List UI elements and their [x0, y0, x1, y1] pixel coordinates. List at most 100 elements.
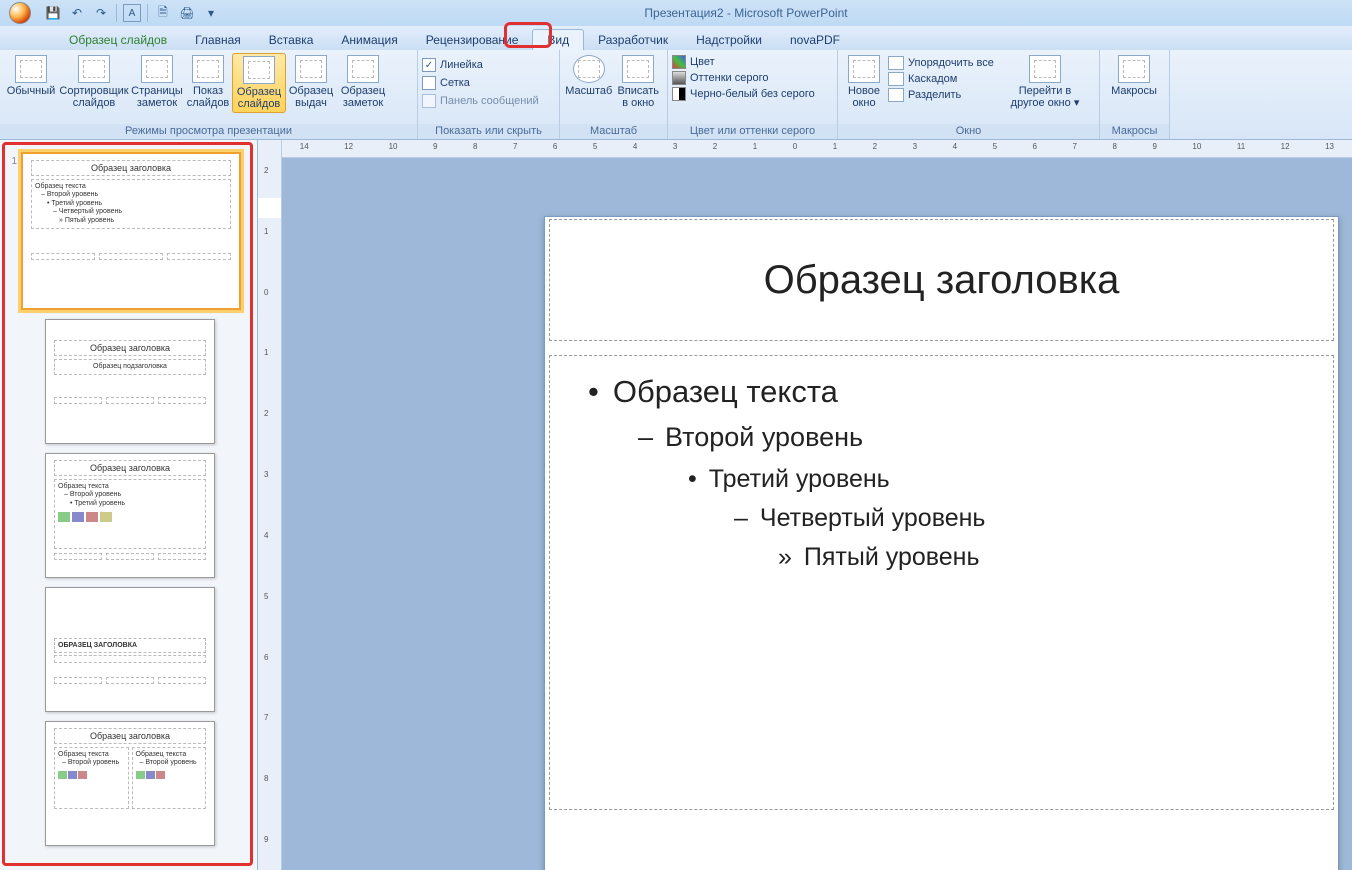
group-show-hide: ✓Линейка Сетка Панель сообщений Показать… — [418, 50, 560, 139]
btn-black-white[interactable]: Черно-белый без серого — [672, 86, 815, 102]
fit-window-icon — [622, 55, 654, 83]
btn-slide-master[interactable]: Образецслайдов — [232, 53, 286, 113]
btn-new-window[interactable]: Новоеокно — [842, 53, 886, 111]
btn-notes-page[interactable]: Страницызаметок — [130, 53, 184, 111]
btn-move-split[interactable]: Разделить — [886, 87, 1006, 103]
btn-notes-master[interactable]: Образецзаметок — [336, 53, 390, 111]
bw-icon — [672, 87, 686, 101]
label: Черно-белый без серого — [690, 88, 815, 100]
handout-icon — [295, 55, 327, 83]
thumb-text: – Второй уровень — [140, 759, 203, 767]
label: Сортировщик — [59, 85, 128, 97]
qat-textbox[interactable]: A — [123, 4, 141, 22]
vertical-ruler: 210123456789 — [258, 140, 282, 870]
label: Сетка — [440, 77, 470, 89]
slideshow-icon — [192, 55, 224, 83]
thumb-title: Образец заголовка — [54, 728, 206, 744]
btn-color[interactable]: Цвет — [672, 54, 715, 70]
slide-master-icon — [243, 56, 275, 84]
qat-customize[interactable]: ▾ — [202, 4, 220, 22]
quick-access-toolbar: 💾 ↶ ↷ A 🗎 🖨 ▾ — [44, 4, 220, 22]
tab-novapdf[interactable]: novaPDF — [776, 30, 854, 50]
thumb-subtitle: Образец подзаголовка — [54, 359, 206, 375]
highlight-thumbnails: 1 Образец заголовка Образец текста – Вто… — [2, 142, 253, 866]
office-button[interactable] — [0, 0, 40, 26]
thumb-title: Образец заголовка — [31, 160, 231, 176]
label: Линейка — [440, 59, 483, 71]
zoom-icon — [573, 55, 605, 83]
btn-normal-view[interactable]: Обычный — [4, 53, 58, 99]
thumbnail-layout[interactable]: Образец заголовка Образец подзаголовка — [5, 316, 250, 450]
qat-redo[interactable]: ↷ — [92, 4, 110, 22]
qat-new[interactable]: 🗎 — [154, 4, 172, 22]
label: Цвет — [690, 56, 715, 68]
tab-slide-master[interactable]: Образец слайдов — [55, 30, 181, 50]
bullet-level-3: Третий уровень — [688, 465, 1319, 494]
highlight-view-tab — [504, 22, 552, 48]
group-label: Цвет или оттенки серого — [668, 124, 837, 139]
title-placeholder[interactable]: Образец заголовка — [549, 219, 1334, 341]
label: Образец — [237, 86, 281, 98]
label: Упорядочить все — [908, 57, 994, 69]
btn-zoom[interactable]: Масштаб — [564, 53, 614, 99]
group-label: Масштаб — [560, 124, 667, 139]
thumb-slide: Образец заголовка Образец подзаголовка — [45, 319, 215, 444]
thumbnail-layout[interactable]: ОБРАЗЕЦ ЗАГОЛОВКА — [5, 584, 250, 718]
btn-arrange-all[interactable]: Упорядочить все — [886, 55, 1006, 71]
thumbnail-master[interactable]: 1 Образец заголовка Образец текста – Вто… — [5, 149, 250, 316]
arrange-icon — [888, 56, 904, 70]
label: окно — [852, 97, 875, 109]
tab-animation[interactable]: Анимация — [327, 30, 411, 50]
qat-print[interactable]: 🖨 — [178, 4, 196, 22]
label: Панель сообщений — [440, 95, 539, 107]
checkbox-icon — [422, 94, 436, 108]
qat-separator — [116, 4, 117, 22]
tab-developer[interactable]: Разработчик — [584, 30, 682, 50]
btn-grayscale[interactable]: Оттенки серого — [672, 70, 768, 86]
group-zoom: Масштаб Вписатьв окно Масштаб — [560, 50, 668, 139]
tab-insert[interactable]: Вставка — [255, 30, 328, 50]
label: слайдов — [187, 97, 230, 109]
tab-addins[interactable]: Надстройки — [682, 30, 776, 50]
btn-slide-sorter[interactable]: Сортировщикслайдов — [58, 53, 130, 111]
new-window-icon — [848, 55, 880, 83]
btn-macros[interactable]: Макросы — [1104, 53, 1164, 99]
label: Масштаб — [565, 85, 612, 97]
slide-canvas[interactable]: Образец заголовка Образец текста Второй … — [282, 158, 1352, 870]
thumb-text: – Второй уровень — [62, 759, 125, 767]
group-label: Окно — [838, 124, 1099, 139]
content-placeholder[interactable]: Образец текста Второй уровень Третий уро… — [549, 355, 1334, 810]
btn-fit-window[interactable]: Вписатьв окно — [614, 53, 664, 111]
thumbnail-layout[interactable]: Образец заголовка Образец текста – Второ… — [5, 450, 250, 584]
group-label: Показать или скрыть — [418, 124, 559, 139]
btn-handout-master[interactable]: Образецвыдач — [286, 53, 336, 111]
label: Новое — [848, 85, 880, 97]
label: Страницы — [131, 85, 183, 97]
group-window: Новоеокно Упорядочить все Каскадом Разде… — [838, 50, 1100, 139]
thumb-slide: Образец заголовка Образец текста – Второ… — [21, 152, 241, 310]
qat-save[interactable]: 💾 — [44, 4, 62, 22]
chk-message-bar: Панель сообщений — [422, 92, 539, 110]
label: Показ — [193, 85, 223, 97]
macros-icon — [1118, 55, 1150, 83]
group-color-grayscale: Цвет Оттенки серого Черно-белый без серо… — [668, 50, 838, 139]
label: Макросы — [1111, 85, 1157, 97]
color-icon — [672, 55, 686, 69]
grayscale-icon — [672, 71, 686, 85]
btn-switch-windows[interactable]: Перейти вдругое окно ▾ — [1006, 53, 1084, 111]
chk-ruler[interactable]: ✓Линейка — [422, 56, 483, 74]
tab-home[interactable]: Главная — [181, 30, 255, 50]
notes-icon — [141, 55, 173, 83]
edit-area: 210123456789 141210987654321012345678910… — [258, 140, 1352, 870]
thumbnail-layout[interactable]: Образец заголовка Образец текста – Второ… — [5, 718, 250, 852]
ribbon: Обычный Сортировщикслайдов Страницызамет… — [0, 50, 1352, 140]
btn-slide-show[interactable]: Показслайдов — [184, 53, 232, 111]
thumb-text: • Третий уровень — [47, 200, 227, 208]
checkbox-icon — [422, 76, 436, 90]
chk-gridlines[interactable]: Сетка — [422, 74, 470, 92]
thumb-text: – Второй уровень — [64, 491, 202, 499]
btn-cascade[interactable]: Каскадом — [886, 71, 1006, 87]
qat-undo[interactable]: ↶ — [68, 4, 86, 22]
bullet-level-5: Пятый уровень — [778, 543, 1319, 572]
title-bar: 💾 ↶ ↷ A 🗎 🖨 ▾ Презентация2 - Microsoft P… — [0, 0, 1352, 26]
